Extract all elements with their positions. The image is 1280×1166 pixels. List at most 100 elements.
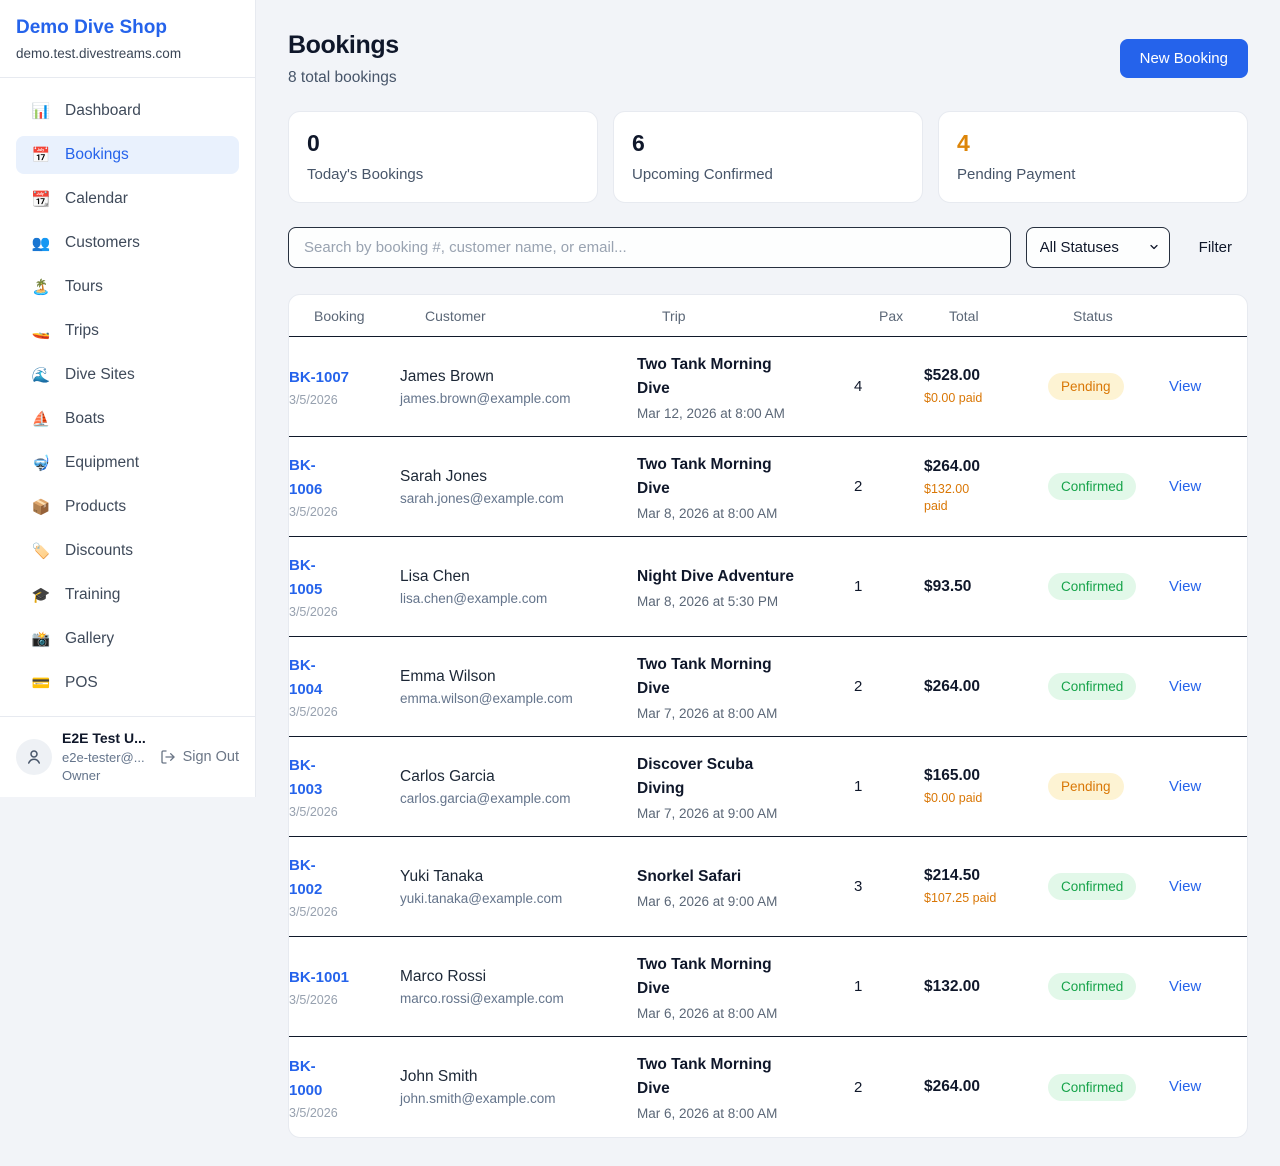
new-booking-button[interactable]: New Booking — [1120, 39, 1248, 78]
stat-card-upcoming-confirmed: 6 Upcoming Confirmed — [613, 111, 923, 203]
user-info: E2E Test U... e2e-tester@... Owner — [62, 730, 146, 784]
trip-datetime: Mar 8, 2026 at 5:30 PM — [637, 594, 840, 609]
view-cell: View — [1161, 878, 1247, 896]
stats-row: 0 Today's Bookings 6 Upcoming Confirmed … — [288, 111, 1248, 203]
booking-id-link[interactable]: BK-1007 — [289, 369, 349, 386]
booking-date: 3/5/2026 — [289, 993, 386, 1007]
amount-paid: $0.00 paid — [924, 390, 1034, 407]
booking-id-link[interactable]: BK-1001 — [289, 969, 349, 986]
view-link[interactable]: View — [1161, 1078, 1201, 1095]
sidebar-item-calendar[interactable]: 📆 Calendar — [16, 180, 239, 218]
customer-cell: James Brown james.brown@example.com — [400, 368, 637, 406]
sidebar-item-products[interactable]: 📦 Products — [16, 488, 239, 526]
sidebar-item-gallery[interactable]: 📸 Gallery — [16, 620, 239, 658]
view-link[interactable]: View — [1161, 878, 1201, 895]
customer-email: yuki.tanaka@example.com — [400, 891, 623, 906]
customer-name: Yuki Tanaka — [400, 868, 623, 886]
trip-datetime: Mar 8, 2026 at 8:00 AM — [637, 506, 840, 521]
trip-cell: Discover Scuba Diving Mar 7, 2026 at 9:0… — [637, 753, 854, 821]
table-row: BK- 1000 3/5/2026 John Smith john.smith@… — [289, 1037, 1247, 1137]
status-filter-select[interactable]: All Statuses — [1026, 227, 1170, 268]
sidebar-item-dashboard[interactable]: 📊 Dashboard — [16, 92, 239, 130]
diving-mask-icon: 🤿 — [31, 454, 51, 472]
filter-button[interactable]: Filter — [1185, 239, 1248, 256]
view-link[interactable]: View — [1161, 978, 1201, 995]
booking-date: 3/5/2026 — [289, 905, 386, 919]
status-cell: Pending — [1048, 373, 1161, 400]
table-row: BK-1001 3/5/2026 Marco Rossi marco.rossi… — [289, 937, 1247, 1037]
trip-cell: Two Tank Morning Dive Mar 6, 2026 at 8:0… — [637, 1053, 854, 1121]
customer-name: Carlos Garcia — [400, 768, 623, 786]
booking-id-link[interactable]: BK- 1003 — [289, 757, 322, 798]
sidebar-item-label: Training — [65, 586, 120, 604]
customer-name: Sarah Jones — [400, 468, 623, 486]
view-link[interactable]: View — [1161, 578, 1201, 595]
booking-cell: BK- 1000 3/5/2026 — [289, 1055, 400, 1120]
view-link[interactable]: View — [1161, 678, 1201, 695]
sidebar-item-boats[interactable]: ⛵ Boats — [16, 400, 239, 438]
total-amount: $214.50 — [924, 867, 1034, 885]
pax-cell: 1 — [854, 778, 924, 795]
sidebar-item-dive-sites[interactable]: 🌊 Dive Sites — [16, 356, 239, 394]
table-row: BK- 1006 3/5/2026 Sarah Jones sarah.jone… — [289, 437, 1247, 537]
table-body: BK-1007 3/5/2026 James Brown james.brown… — [289, 337, 1247, 1137]
view-cell: View — [1161, 1078, 1247, 1096]
customer-email: lisa.chen@example.com — [400, 591, 623, 606]
status-badge: Confirmed — [1048, 473, 1136, 500]
users-icon: 👥 — [31, 234, 51, 252]
booking-id-link[interactable]: BK- 1004 — [289, 657, 322, 698]
trip-name: Snorkel Safari — [637, 865, 840, 889]
bookings-table: Booking Customer Trip Pax Total Status B… — [288, 294, 1248, 1138]
sidebar-nav: 📊 Dashboard 📅 Bookings 📆 Calendar 👥 Cust… — [0, 78, 255, 716]
booking-id-link[interactable]: BK- 1000 — [289, 1058, 322, 1099]
column-header-total: Total — [949, 308, 1073, 324]
booking-id-link[interactable]: BK- 1006 — [289, 457, 322, 498]
calendar-icon: 📅 — [31, 146, 51, 164]
view-link[interactable]: View — [1161, 478, 1201, 495]
status-badge: Confirmed — [1048, 1074, 1136, 1101]
trip-name: Discover Scuba Diving — [637, 753, 840, 801]
sailboat-icon: ⛵ — [31, 410, 51, 428]
column-header-trip: Trip — [662, 308, 879, 324]
total-cell: $264.00 — [924, 678, 1048, 696]
customer-cell: Emma Wilson emma.wilson@example.com — [400, 668, 637, 706]
total-amount: $264.00 — [924, 458, 1034, 476]
sidebar-item-label: POS — [65, 674, 98, 692]
total-cell: $165.00 $0.00 paid — [924, 767, 1048, 807]
customer-cell: Lisa Chen lisa.chen@example.com — [400, 568, 637, 606]
view-link[interactable]: View — [1161, 778, 1201, 795]
table-row: BK- 1003 3/5/2026 Carlos Garcia carlos.g… — [289, 737, 1247, 837]
sidebar-item-tours[interactable]: 🏝️ Tours — [16, 268, 239, 306]
amount-paid: $107.25 paid — [924, 890, 1034, 907]
sidebar-item-customers[interactable]: 👥 Customers — [16, 224, 239, 262]
sidebar-item-equipment[interactable]: 🤿 Equipment — [16, 444, 239, 482]
sidebar-item-pos[interactable]: 💳 POS — [16, 664, 239, 702]
booking-id-link[interactable]: BK- 1005 — [289, 557, 322, 598]
total-cell: $264.00 $132.00 paid — [924, 458, 1048, 515]
sign-out-icon — [160, 749, 176, 765]
trip-name: Two Tank Morning Dive — [637, 1053, 840, 1101]
sidebar-item-label: Discounts — [65, 542, 133, 560]
sidebar-item-label: Customers — [65, 234, 140, 252]
booking-id-link[interactable]: BK- 1002 — [289, 857, 322, 898]
booking-cell: BK- 1002 3/5/2026 — [289, 854, 400, 919]
table-row: BK- 1004 3/5/2026 Emma Wilson emma.wilso… — [289, 637, 1247, 737]
shop-domain: demo.test.divestreams.com — [16, 45, 239, 62]
sidebar-item-label: Bookings — [65, 146, 129, 164]
sidebar-item-label: Dashboard — [65, 102, 141, 120]
sidebar-item-discounts[interactable]: 🏷️ Discounts — [16, 532, 239, 570]
customer-cell: Sarah Jones sarah.jones@example.com — [400, 468, 637, 506]
view-link[interactable]: View — [1161, 378, 1201, 395]
pax-cell: 2 — [854, 1079, 924, 1096]
total-amount: $264.00 — [924, 678, 1034, 696]
column-header-status: Status — [1073, 308, 1186, 324]
sidebar-item-label: Equipment — [65, 454, 139, 472]
sidebar-item-training[interactable]: 🎓 Training — [16, 576, 239, 614]
status-cell: Confirmed — [1048, 673, 1161, 700]
sign-out-button[interactable]: Sign Out — [160, 749, 239, 765]
customer-name: Marco Rossi — [400, 968, 623, 986]
sidebar-item-bookings[interactable]: 📅 Bookings — [16, 136, 239, 174]
pax-cell: 2 — [854, 678, 924, 695]
search-input[interactable] — [288, 227, 1011, 268]
sidebar-item-trips[interactable]: 🚤 Trips — [16, 312, 239, 350]
